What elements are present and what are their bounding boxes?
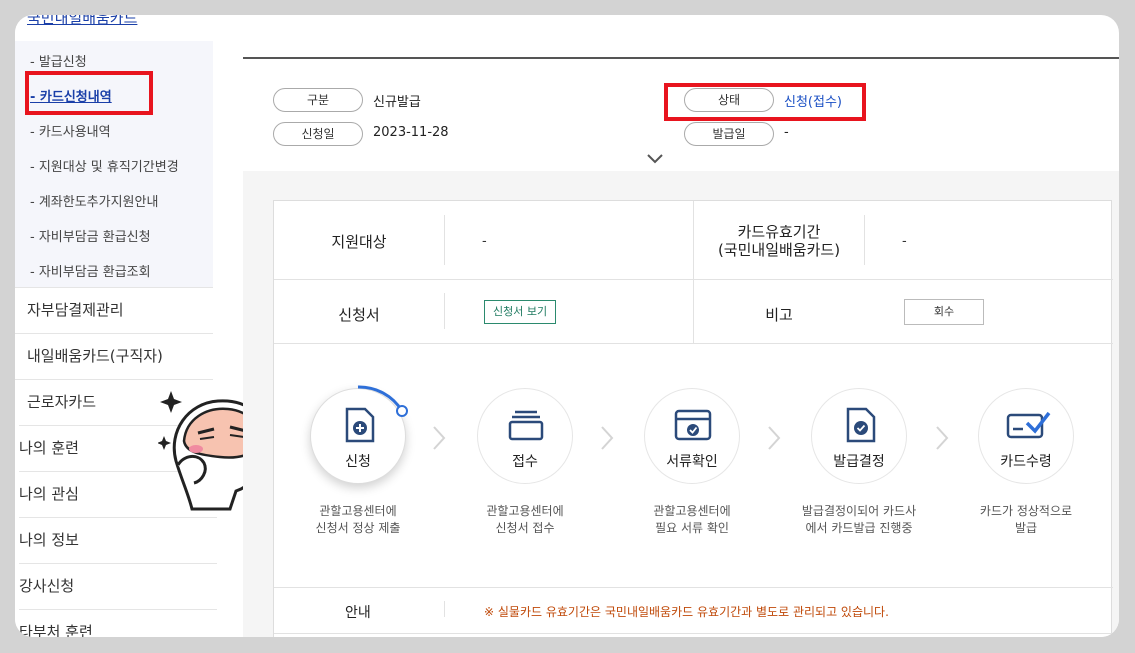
- type-value: 신규발급: [373, 95, 421, 110]
- step-receive: 접수: [477, 388, 573, 484]
- card-validity-label: 카드유효기간 (국민내일배움카드): [694, 223, 864, 259]
- cell-divider: [444, 215, 445, 265]
- step-issue-decision: 발급결정: [811, 388, 907, 484]
- highlight-box-menu: [25, 71, 153, 115]
- cell-divider: [864, 215, 865, 265]
- sidebar-item-self-pay[interactable]: 자부담결제관리: [15, 287, 213, 332]
- step-desc-line1: 카드가 정상적으로: [979, 504, 1073, 518]
- chevron-right-icon: [433, 426, 446, 450]
- screenshot-card: 국민내일배움카드 - 발급신청 - 카드신청내역 - 카드사용내역 - 지원대상…: [15, 15, 1119, 637]
- apply-date-value: 2023-11-28: [373, 125, 449, 140]
- chevron-right-icon: [936, 426, 949, 450]
- step-label: 신청: [345, 454, 371, 470]
- progress-arc: [357, 385, 408, 417]
- step-description: 관할고용센터에 필요 서류 확인: [617, 503, 767, 537]
- step-description: 관할고용센터에 신청서 접수: [450, 503, 600, 537]
- step-description: 카드가 정상적으로 발급: [951, 503, 1101, 537]
- sidebar-item-job-seeker-card[interactable]: 내일배움카드(구직자): [15, 333, 213, 378]
- notice-text: ※ 실물카드 유효기간은 국민내일배움카드 유효기간과 별도로 관리되고 있습니…: [484, 605, 889, 619]
- chevron-right-icon: [601, 426, 614, 450]
- step-desc-line2: 신청서 접수: [495, 521, 555, 535]
- step-desc-line1: 관할고용센터에: [653, 504, 731, 518]
- folder-check-icon: [674, 409, 712, 441]
- cell-divider: [444, 601, 445, 617]
- card-check-icon: [1006, 411, 1051, 439]
- view-application-button[interactable]: 신청서 보기: [484, 300, 557, 324]
- chevron-right-icon: [768, 426, 781, 450]
- sidebar-item-support-change[interactable]: - 지원대상 및 휴직기간변경: [30, 156, 179, 175]
- chevron-down-icon[interactable]: [646, 153, 664, 165]
- issue-date-label-pill: 발급일: [684, 122, 774, 146]
- row-divider: [274, 343, 1113, 344]
- step-label: 발급결정: [833, 454, 885, 470]
- card-validity-label-line2: (국민내일배움카드): [717, 241, 841, 259]
- step-document-check: 서류확인: [644, 388, 740, 484]
- application-label: 신청서: [338, 306, 380, 324]
- step-description: 관할고용센터에 신청서 정상 제출: [283, 503, 433, 537]
- step-label: 카드수령: [1000, 454, 1052, 470]
- tray-icon: [508, 410, 544, 441]
- support-target-value: -: [482, 234, 487, 249]
- step-desc-line2: 신청서 정상 제출: [315, 521, 401, 535]
- remarks-label: 비고: [765, 306, 793, 324]
- withdraw-button[interactable]: 회수: [904, 299, 984, 325]
- step-desc-line1: 발급결정이되어 카드사: [801, 504, 917, 518]
- step-desc-line2: 필요 서류 확인: [655, 521, 729, 535]
- sidebar-item-issue-apply[interactable]: - 발급신청: [30, 51, 87, 70]
- detail-panel: 지원대상 - 카드유효기간 (국민내일배움카드) - 신청서 신청서 보기 비고…: [273, 200, 1113, 637]
- support-target-label: 지원대상: [331, 233, 387, 251]
- highlight-box-status: [664, 83, 866, 121]
- issue-date-value: -: [784, 125, 789, 140]
- sidebar-item-other-ministry-training[interactable]: 타부처 훈련: [19, 609, 217, 637]
- sidebar-section-title[interactable]: 국민내일배움카드: [27, 15, 137, 28]
- sidebar-item-instructor-apply[interactable]: 강사신청: [19, 563, 217, 609]
- type-label-pill: 구분: [273, 88, 363, 112]
- row-divider: [274, 633, 1113, 634]
- step-card-received: 카드수령: [978, 388, 1074, 484]
- step-label: 서류확인: [666, 454, 718, 470]
- notice-label: 안내: [345, 605, 371, 621]
- document-check-icon: [846, 407, 876, 443]
- row-divider: [274, 587, 1113, 588]
- sidebar-item-my-info[interactable]: 나의 정보: [19, 517, 217, 563]
- sidebar-item-refund-apply[interactable]: - 자비부담금 환급신청: [30, 226, 151, 245]
- step-desc-line2: 발급: [1014, 521, 1038, 535]
- card-validity-value: -: [902, 234, 907, 249]
- sidebar-item-account-limit[interactable]: - 계좌한도추가지원안내: [30, 191, 158, 210]
- step-desc-line2: 에서 카드발급 진행중: [805, 521, 913, 535]
- main-content: 구분 신규발급 신청일 2023-11-28 상태 신청(접수) 발급일 - 지…: [243, 15, 1119, 637]
- apply-date-label-pill: 신청일: [273, 122, 363, 146]
- cell-divider: [444, 293, 445, 329]
- row-divider: [274, 279, 1113, 280]
- summary-section: 구분 신규발급 신청일 2023-11-28 상태 신청(접수) 발급일 -: [243, 59, 1119, 171]
- card-validity-label-line1: 카드유효기간: [737, 223, 821, 241]
- step-description: 발급결정이되어 카드사 에서 카드발급 진행중: [784, 503, 934, 537]
- step-desc-line1: 관할고용센터에: [319, 504, 397, 518]
- step-desc-line1: 관할고용센터에: [486, 504, 564, 518]
- sidebar-item-card-usage-history[interactable]: - 카드사용내역: [30, 121, 111, 140]
- sidebar-item-refund-inquiry[interactable]: - 자비부담금 환급조회: [30, 261, 151, 280]
- step-label: 접수: [512, 454, 538, 470]
- sidebar: 국민내일배움카드 - 발급신청 - 카드신청내역 - 카드사용내역 - 지원대상…: [15, 15, 217, 637]
